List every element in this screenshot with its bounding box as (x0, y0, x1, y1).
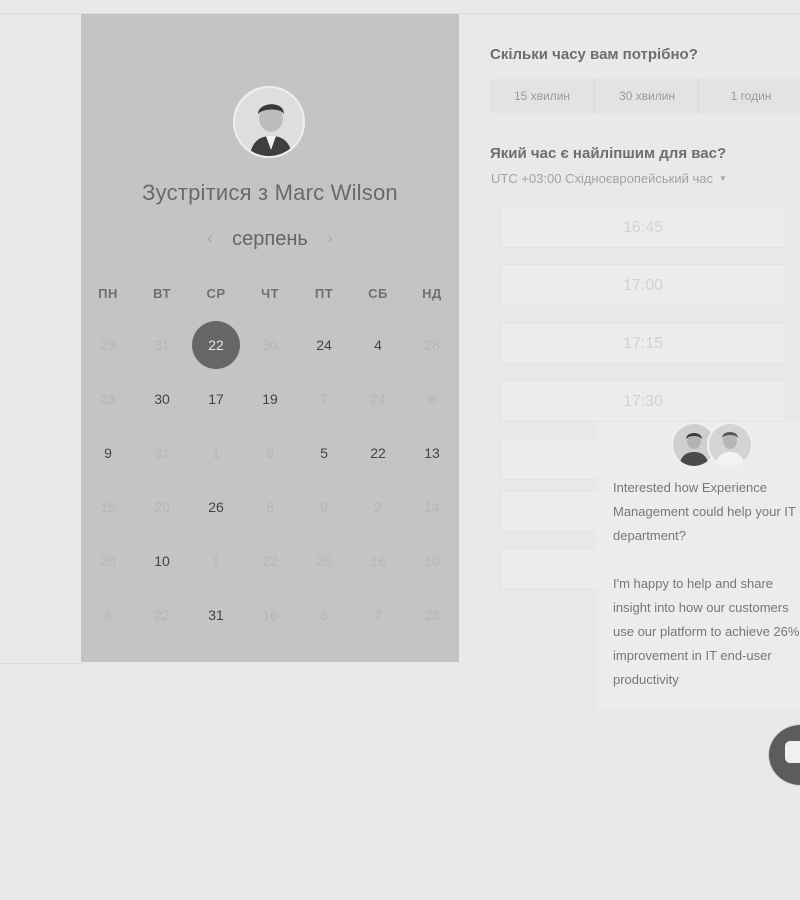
time-slot[interactable]: 17:00 (500, 264, 786, 306)
duration-option-60[interactable]: 1 годин (698, 79, 800, 113)
calendar-day: 2 (374, 499, 382, 515)
calendar-day: 31 (154, 445, 170, 461)
weekday-label: ВТ (153, 286, 171, 301)
calendar-grid: 29 31 22 30 24 4 28 23 30 17 19 7 24 8 9 31 1 9 5 22 13 15 20 2… (81, 318, 459, 648)
chat-bubble-icon (785, 741, 800, 763)
weekday-label: ПН (98, 286, 118, 301)
chat-popup: Interested how Experience Management cou… (597, 422, 800, 710)
calendar-day[interactable]: 5 (297, 426, 351, 480)
duration-question: Скільки часу вам потрібно? (490, 46, 698, 63)
caret-down-icon: ▼ (718, 174, 727, 183)
host-avatar (233, 86, 305, 158)
calendar-day: 20 (154, 499, 170, 515)
chat-message-body: I'm happy to help and share insight into… (613, 576, 800, 687)
calendar-panel: Зустрітися з Marc Wilson ‹ серпень › ПН В… (81, 14, 459, 662)
calendar-day: 9 (320, 499, 328, 515)
calendar-day: 23 (100, 391, 116, 407)
agent-avatar (707, 422, 753, 468)
calendar-day: 22 (154, 607, 170, 623)
meeting-title: Зустрітися з Marc Wilson (142, 180, 398, 205)
calendar-day: 29 (100, 337, 116, 353)
calendar-day: 16 (370, 553, 386, 569)
calendar-day[interactable]: 10 (135, 534, 189, 588)
calendar-day: 4 (104, 607, 112, 623)
time-slot[interactable]: 17:30 (500, 380, 786, 422)
calendar-day: 9 (266, 445, 274, 461)
timezone-selector[interactable]: UTC +03:00 Східноєвропейський час ▼ (491, 171, 727, 186)
calendar-day[interactable]: 9 (81, 426, 135, 480)
duration-option-15[interactable]: 15 хвилин (490, 79, 594, 113)
calendar-day: 7 (374, 607, 382, 623)
calendar-day[interactable]: 31 (189, 588, 243, 642)
month-navigation: ‹ серпень › (81, 228, 459, 251)
calendar-day: 10 (424, 553, 440, 569)
month-label: серпень (232, 228, 308, 250)
time-slot[interactable]: 16:45 (500, 206, 786, 248)
calendar-day: 7 (320, 391, 328, 407)
calendar-day-selected[interactable]: 22 (189, 318, 243, 372)
calendar-day: 24 (370, 391, 386, 407)
weekday-label: НД (422, 286, 442, 301)
duration-selector: 15 хвилин 30 хвилин 1 годин (490, 79, 800, 113)
chat-message: Interested how Experience Management cou… (613, 476, 800, 716)
calendar-day: 16 (262, 607, 278, 623)
calendar-day[interactable]: 22 (351, 426, 405, 480)
calendar-day: 22 (262, 553, 278, 569)
time-question: Який час є найліпшим для вас? (490, 145, 727, 162)
calendar-day: 31 (154, 337, 170, 353)
weekday-label: ЧТ (260, 286, 280, 301)
weekday-label: ПТ (314, 286, 334, 301)
calendar-day[interactable]: 17 (189, 372, 243, 426)
weekday-header: ПН ВТ СР ЧТ ПТ СБ НД (81, 286, 459, 302)
calendar-day: 20 (100, 553, 116, 569)
calendar-day[interactable]: 26 (189, 480, 243, 534)
calendar-day[interactable]: 4 (351, 318, 405, 372)
timezone-label: UTC +03:00 Східноєвропейський час (491, 171, 713, 186)
calendar-day[interactable]: 30 (135, 372, 189, 426)
calendar-day[interactable]: 13 (405, 426, 459, 480)
calendar-day: 5 (320, 607, 328, 623)
chevron-right-icon[interactable]: › (327, 230, 332, 248)
calendar-day: 28 (424, 337, 440, 353)
calendar-day: 15 (100, 499, 116, 515)
calendar-day: 8 (428, 391, 436, 407)
chat-message-intro: Interested how Experience Management cou… (613, 480, 796, 543)
calendar-day: 23 (424, 607, 440, 623)
calendar-day: 1 (212, 445, 220, 461)
calendar-day: 1 (212, 553, 220, 569)
calendar-day: 30 (262, 337, 278, 353)
bottom-divider (0, 663, 82, 664)
calendar-day: 26 (316, 553, 332, 569)
weekday-label: СР (206, 286, 226, 301)
calendar-day[interactable]: 19 (243, 372, 297, 426)
calendar-day: 14 (424, 499, 440, 515)
calendar-day: 8 (266, 499, 274, 515)
weekday-label: СБ (368, 286, 388, 301)
duration-option-30[interactable]: 30 хвилин (594, 79, 699, 113)
chevron-left-icon[interactable]: ‹ (207, 230, 212, 248)
calendar-day[interactable]: 24 (297, 318, 351, 372)
time-slot[interactable]: 17:15 (500, 322, 786, 364)
chat-launcher-button[interactable] (768, 724, 800, 786)
